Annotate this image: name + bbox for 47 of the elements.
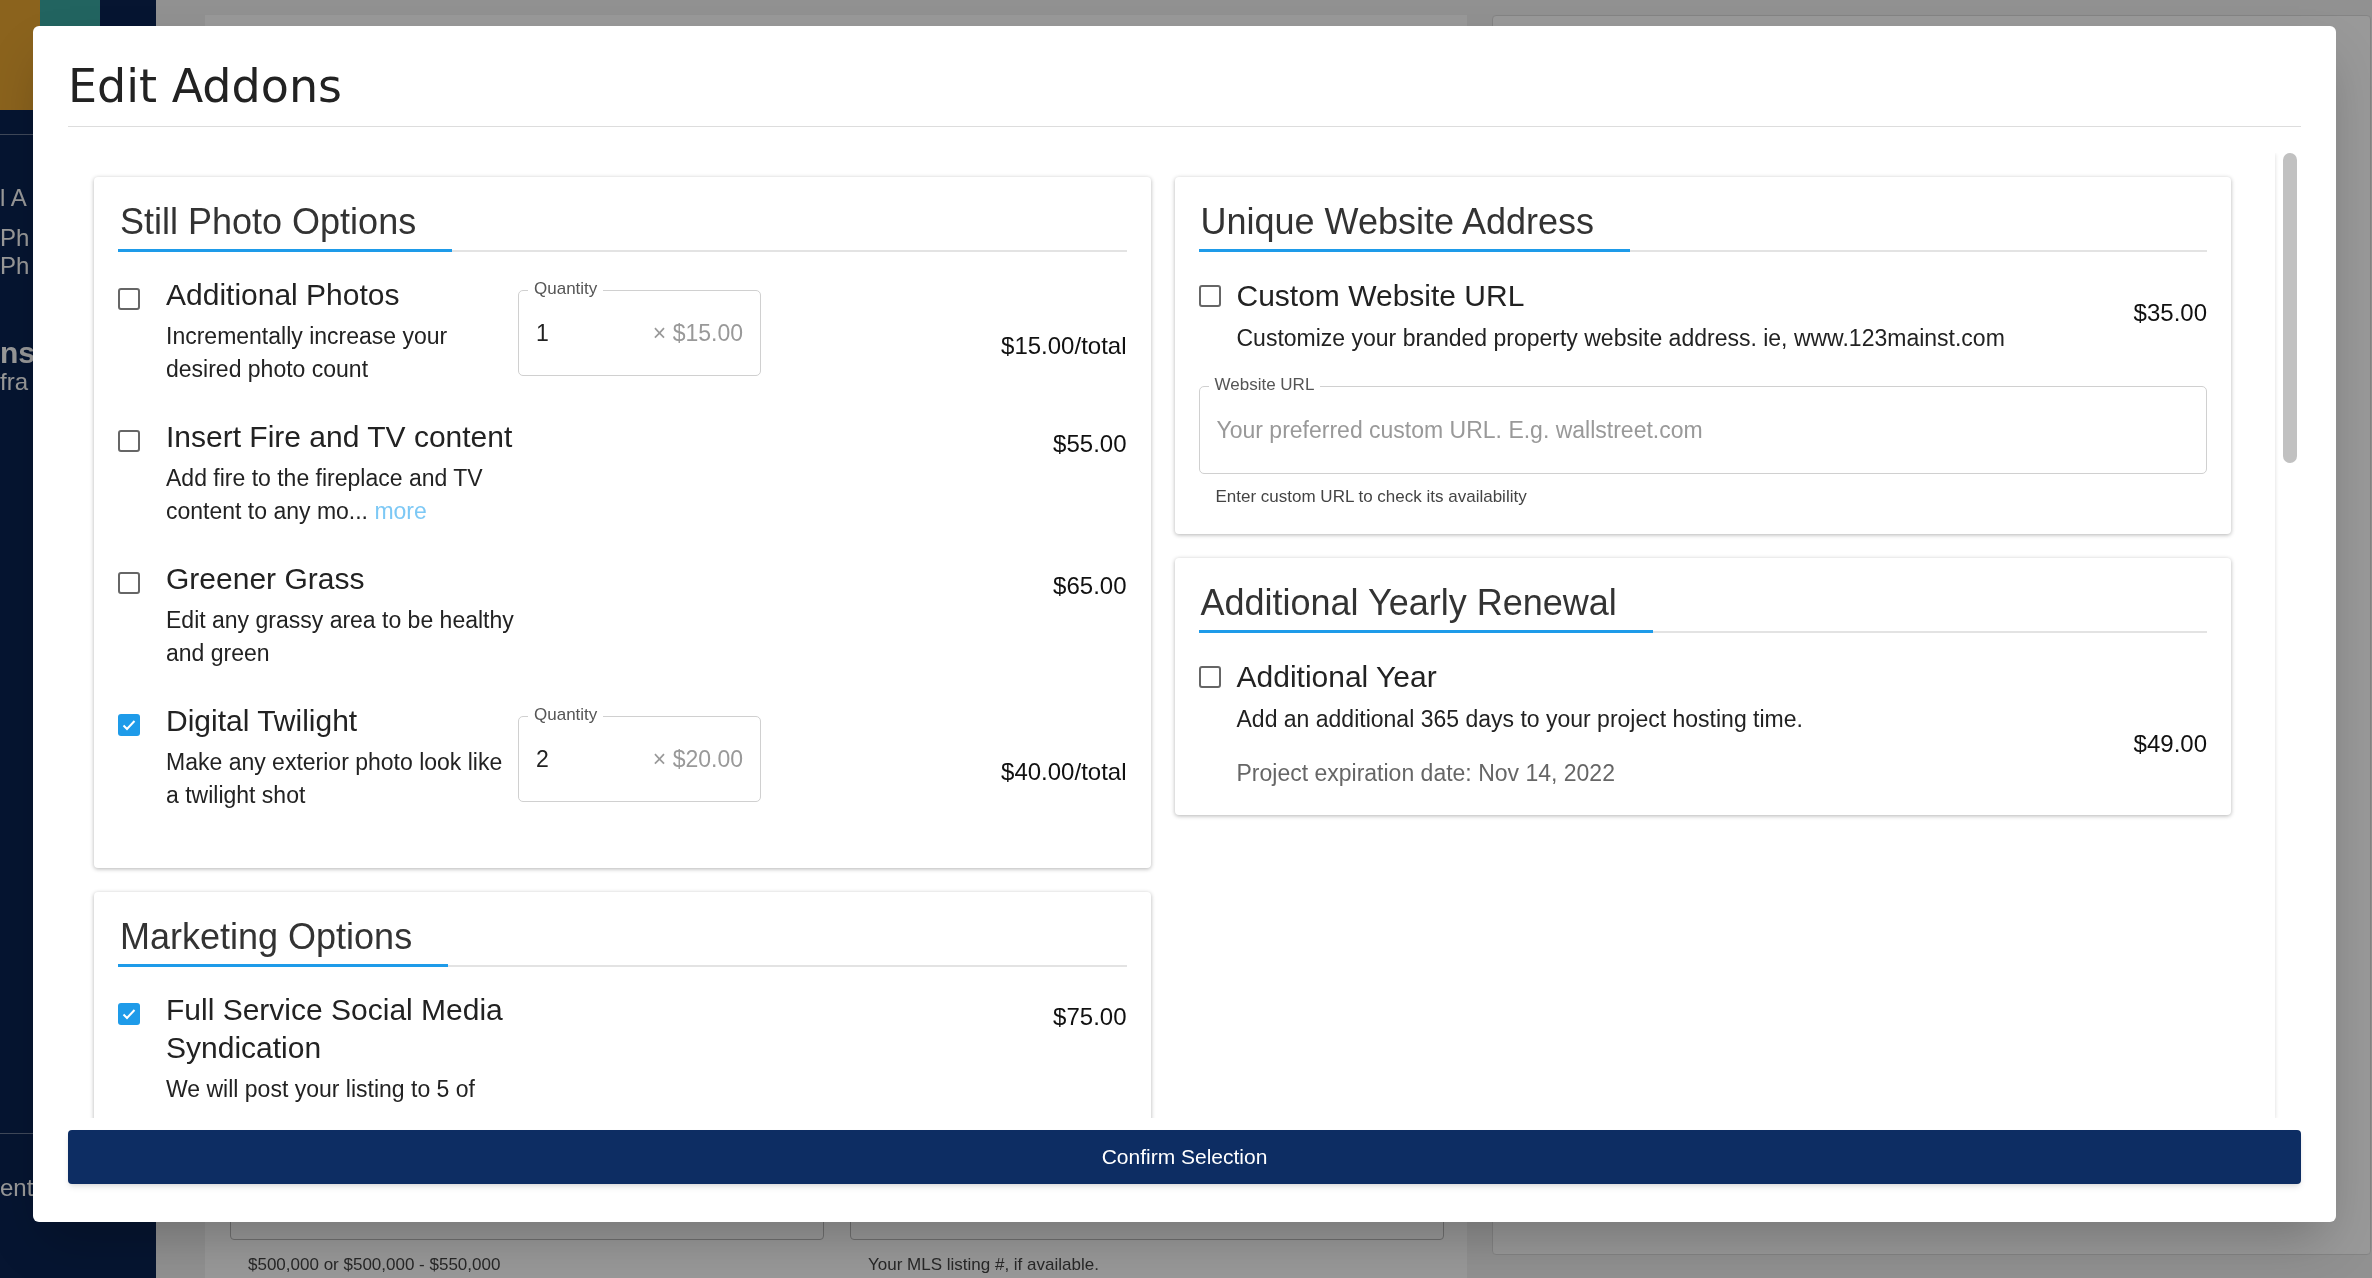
option-description: Make any exterior photo look like a twilight shot <box>166 748 504 810</box>
checkbox[interactable] <box>118 714 140 736</box>
sidebar-text: ent <box>0 1173 34 1203</box>
field-value: 2 <box>536 744 549 774</box>
helper-text: Enter custom URL to check its availability <box>1215 486 1528 508</box>
sidebar-text: Ph <box>0 223 30 253</box>
option-title: Greener Grass <box>166 561 366 597</box>
section-title: Additional Yearly Renewal <box>1198 577 1653 633</box>
section-title: Unique Website Address <box>1198 197 1631 252</box>
price: $75.00 <box>1053 1002 1127 1032</box>
helper-text: Your MLS listing #, if available. <box>868 1254 1099 1276</box>
confirm-button[interactable]: Confirm Selection <box>68 1130 2301 1184</box>
unit-price: × $20.00 <box>652 744 743 774</box>
price: $15.00/total <box>1001 331 1127 361</box>
unit-price: × $15.00 <box>652 318 743 348</box>
helper-text: $500,000 or $500,000 - $550,000 <box>248 1254 501 1276</box>
sidebar-text: l A <box>0 183 27 213</box>
option-title: Insert Fire and TV content <box>166 419 514 455</box>
checkbox[interactable] <box>1198 665 1221 688</box>
option-title: Additional Year <box>1236 658 1437 695</box>
price: $49.00 <box>2133 728 2207 759</box>
expiration-note: Project expiration date: Nov 14, 2022 <box>1236 758 1616 788</box>
option-description: Add fire to the fireplace and TV content to any mo... more <box>166 464 484 526</box>
price: $35.00 <box>2133 298 2207 328</box>
price: $65.00 <box>1053 571 1127 601</box>
option-description: Add an additional 365 days to your project hosting time. <box>1236 704 1803 734</box>
price: $55.00 <box>1053 429 1127 459</box>
sidebar-text: Ph <box>0 251 30 281</box>
price: $40.00/total <box>1001 757 1127 787</box>
scrollbar-thumb[interactable] <box>2283 153 2297 463</box>
option-title: Additional Photos <box>166 277 401 313</box>
option-description: We will post your listing to 5 of <box>166 1075 476 1104</box>
option-description: Incrementally increase your desired photo count <box>166 322 449 384</box>
option-description: Customize your branded property website address. ie, www.123mainst.com <box>1236 324 2005 353</box>
option-title: Full Service Social Media Syndication <box>166 992 504 1066</box>
section-title: Marketing Options <box>118 912 449 967</box>
field-value: 1 <box>536 318 549 348</box>
checkbox[interactable] <box>118 288 140 310</box>
dialog-title: Edit Addons <box>68 58 344 115</box>
checkbox[interactable] <box>118 572 140 594</box>
option-description: Edit any grassy area to be healthy and green <box>166 606 515 668</box>
checkbox[interactable] <box>118 1003 140 1025</box>
section-title: Still Photo Options <box>118 197 453 252</box>
option-title: Custom Website URL <box>1236 278 1525 314</box>
option-title: Digital Twilight <box>166 703 359 739</box>
checkbox[interactable] <box>1198 285 1221 307</box>
checkbox[interactable] <box>118 430 140 452</box>
